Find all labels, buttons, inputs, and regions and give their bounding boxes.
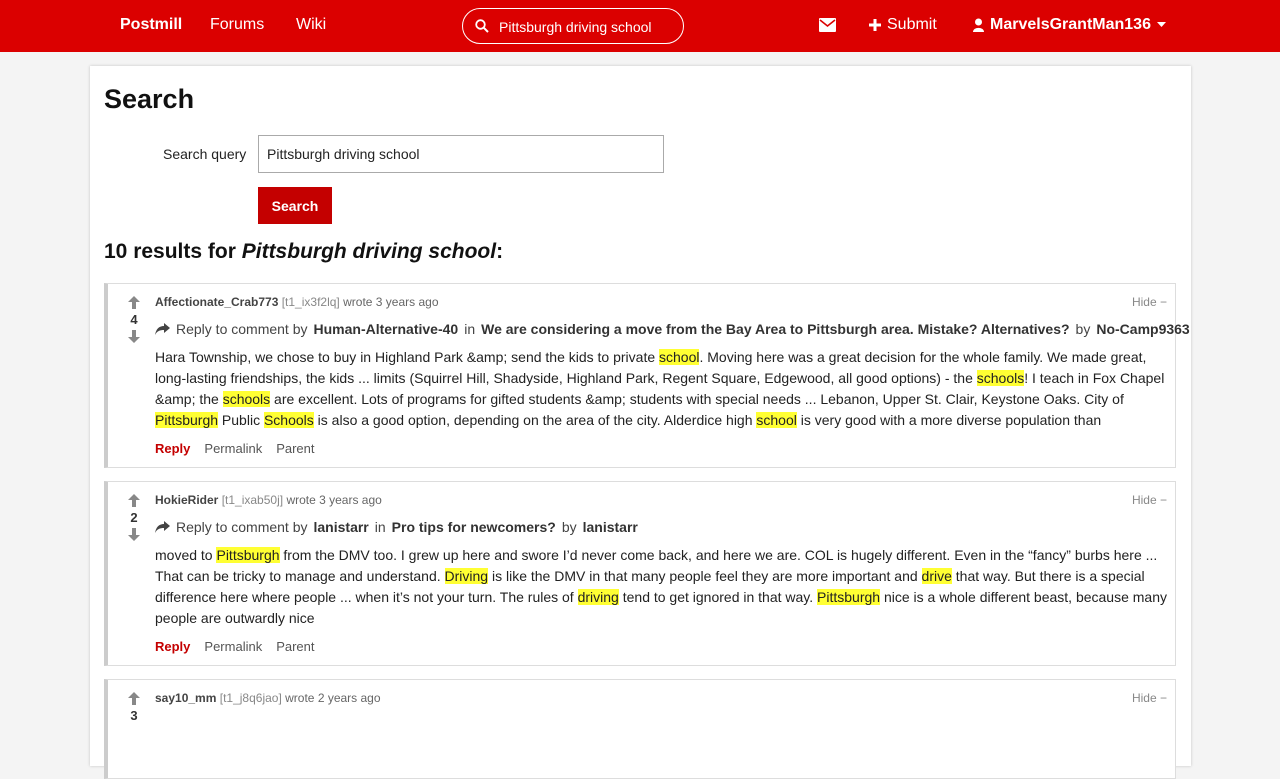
- upvote-arrow-icon[interactable]: [128, 692, 140, 705]
- reply-to-label: Reply to comment by: [176, 519, 308, 535]
- reply-arrow-icon: [155, 521, 170, 533]
- page-title: Search: [104, 84, 195, 114]
- user-menu[interactable]: MarvelsGrantMan136: [973, 16, 1166, 34]
- upvote-arrow-icon[interactable]: [128, 296, 140, 309]
- search-query-label: Search query: [163, 146, 247, 162]
- comment-text: moved to: [155, 547, 217, 563]
- result-meta: HokieRider [t1_ixab50j] wrote 3 years ag…: [155, 493, 382, 507]
- result-meta: Affectionate_Crab773 [t1_ix3f2lq] wrote …: [155, 295, 439, 309]
- results-count: 10 results for: [104, 240, 242, 263]
- search-highlight: Pittsburgh: [817, 589, 881, 605]
- comment-author[interactable]: say10_mm: [155, 691, 216, 705]
- brand-link[interactable]: Postmill: [120, 16, 182, 34]
- comment-id: [t1_ix3f2lq]: [281, 295, 340, 309]
- search-button[interactable]: Search: [258, 187, 332, 224]
- permalink-link[interactable]: Permalink: [204, 639, 262, 654]
- comment-text: Hara Township, we chose to buy in Highla…: [155, 349, 660, 365]
- upvote-arrow-icon[interactable]: [128, 494, 140, 507]
- search-result: 3 say10_mm [t1_j8q6jao] wrote 2 years ag…: [104, 679, 1176, 779]
- vote-score: 3: [130, 708, 138, 723]
- hide-link[interactable]: Hide −: [1132, 691, 1167, 705]
- permalink-link[interactable]: Permalink: [204, 441, 262, 456]
- vote-score: 2: [130, 510, 138, 525]
- header-search-input[interactable]: [499, 17, 677, 37]
- search-highlight: schools: [222, 391, 271, 407]
- reply-to-user[interactable]: Human-Alternative-40: [314, 321, 459, 337]
- comment-author[interactable]: Affectionate_Crab773: [155, 295, 278, 309]
- search-highlight: Driving: [444, 568, 489, 584]
- comment-author[interactable]: HokieRider: [155, 493, 218, 507]
- main-panel: Search Search query Search 10 results fo…: [90, 66, 1191, 779]
- search-highlight: schools: [976, 370, 1025, 386]
- results-query: Pittsburgh driving school: [241, 240, 497, 263]
- nav-wiki[interactable]: Wiki: [296, 16, 326, 34]
- search-highlight: Pittsburgh: [155, 412, 219, 428]
- envelope-icon[interactable]: [819, 18, 836, 32]
- user-icon: [973, 18, 984, 32]
- top-navbar: Postmill Forums Wiki Submit MarvelsGrant…: [0, 0, 1280, 52]
- by-label: by: [1075, 321, 1091, 337]
- reply-link[interactable]: Reply: [155, 441, 190, 456]
- downvote-arrow-icon[interactable]: [128, 528, 140, 541]
- search-highlight: drive: [921, 568, 952, 584]
- comment-text: is like the DMV in that many people feel…: [488, 568, 922, 584]
- reply-to-label: Reply to comment by: [176, 321, 308, 337]
- hide-link[interactable]: Hide −: [1132, 493, 1167, 507]
- vote-score: 4: [130, 312, 138, 327]
- comment-time: wrote 3 years ago: [343, 295, 439, 309]
- submit-label: Submit: [887, 16, 937, 33]
- thread-author[interactable]: lanistarr: [583, 519, 638, 535]
- vote-controls: 3: [124, 692, 144, 726]
- comment-id: [t1_ixab50j]: [221, 493, 284, 507]
- search-query-input[interactable]: [258, 135, 664, 173]
- thread-author[interactable]: No-Camp9363: [1096, 321, 1189, 337]
- comment-time: wrote 2 years ago: [285, 691, 381, 705]
- reply-context: Reply to comment by lanistarr in Pro tip…: [155, 519, 638, 535]
- comment-text: are excellent. Lots of programs for gift…: [270, 391, 1124, 407]
- comment-actions: Reply Permalink Parent: [155, 639, 315, 654]
- downvote-arrow-icon[interactable]: [128, 330, 140, 343]
- comment-time: wrote 3 years ago: [286, 493, 382, 507]
- search-highlight: Schools: [263, 412, 314, 428]
- by-label: by: [561, 519, 577, 535]
- comment-text: Public: [218, 412, 264, 428]
- comment-text: is very good with a more diverse populat…: [796, 412, 1102, 428]
- vote-controls: 2: [124, 494, 144, 541]
- comment-text: tend to get ignored in that way.: [618, 589, 818, 605]
- username: MarvelsGrantMan136: [990, 16, 1151, 33]
- parent-link[interactable]: Parent: [276, 441, 314, 456]
- hide-link[interactable]: Hide −: [1132, 295, 1167, 309]
- reply-to-user[interactable]: lanistarr: [314, 519, 369, 535]
- caret-down-icon: [1156, 22, 1166, 27]
- comment-actions: Reply Permalink Parent: [155, 441, 315, 456]
- header-search-box[interactable]: [462, 8, 684, 44]
- nav-forums[interactable]: Forums: [210, 16, 264, 34]
- comment-body: moved to Pittsburgh from the DMV too. I …: [155, 545, 1171, 629]
- plus-icon: [869, 19, 881, 31]
- thread-title-link[interactable]: Pro tips for newcomers?: [392, 519, 556, 535]
- thread-title-link[interactable]: We are considering a move from the Bay A…: [481, 321, 1069, 337]
- comment-body: Hara Township, we chose to buy in Highla…: [155, 347, 1171, 431]
- search-result: 4 Affectionate_Crab773 [t1_ix3f2lq] wrot…: [104, 283, 1190, 468]
- result-meta: say10_mm [t1_j8q6jao] wrote 2 years ago: [155, 691, 381, 705]
- submit-button[interactable]: Submit: [869, 16, 937, 34]
- reply-context: Reply to comment by Human-Alternative-40…: [155, 321, 1190, 337]
- results-suffix: :: [496, 240, 504, 263]
- in-label: in: [374, 519, 386, 535]
- reply-arrow-icon: [155, 323, 170, 335]
- search-highlight: school: [756, 412, 797, 428]
- search-highlight: Pittsburgh: [216, 547, 280, 563]
- in-label: in: [464, 321, 476, 337]
- search-highlight: school: [659, 349, 700, 365]
- search-icon: [475, 19, 489, 33]
- vote-controls: 4: [124, 296, 144, 343]
- reply-link[interactable]: Reply: [155, 639, 190, 654]
- parent-link[interactable]: Parent: [276, 639, 314, 654]
- search-result: 2 HokieRider [t1_ixab50j] wrote 3 years …: [104, 481, 1176, 666]
- comment-text: is also a good option, depending on the …: [313, 412, 757, 428]
- search-highlight: driving: [577, 589, 619, 605]
- results-heading: 10 results for Pittsburgh driving school…: [104, 240, 503, 264]
- comment-id: [t1_j8q6jao]: [219, 691, 282, 705]
